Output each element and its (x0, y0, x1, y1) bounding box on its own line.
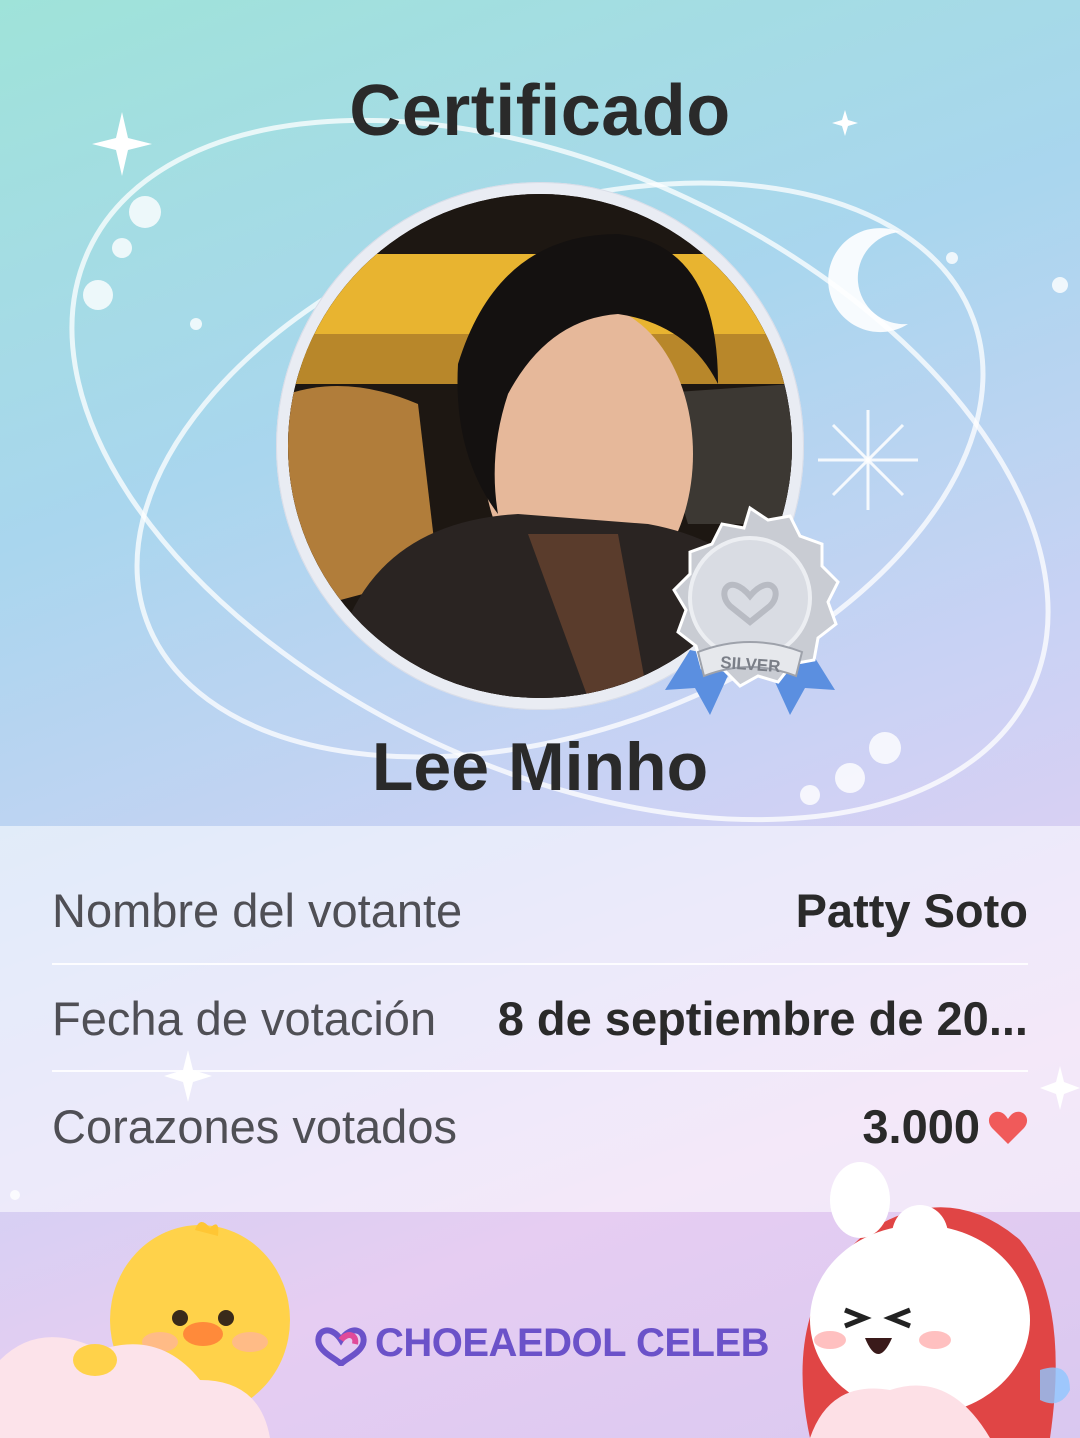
vote-date-row: Fecha de votación 8 de septiembre de 20.… (52, 966, 1028, 1070)
brand-name: CHOEAEDOL CELEB (374, 1321, 770, 1365)
hearts-voted-label: Corazones votados (52, 1099, 457, 1153)
divider (52, 963, 1028, 965)
vote-date-label: Fecha de votación (52, 991, 437, 1045)
divider (52, 1070, 1028, 1072)
celebrity-name: Lee Minho (371, 729, 709, 805)
bunny-character-illustration (802, 1162, 1070, 1438)
brand-footer: CHOEAEDOL CELEB (0, 1318, 1080, 1366)
heart-icon (988, 1111, 1028, 1144)
voter-name-value: Patty Soto (795, 883, 1028, 937)
vote-date-value: 8 de septiembre de 20... (497, 991, 1028, 1045)
hearts-voted-value: 3.000 (862, 1099, 980, 1153)
voter-name-label: Nombre del votante (52, 883, 463, 937)
crescent-moon-icon (828, 228, 908, 333)
hearts-voted-value-wrap: 3.000 (862, 1099, 1028, 1154)
certificate-title: Certificado (349, 71, 731, 151)
silver-medal-icon: SILVER (665, 505, 840, 715)
choeaedol-logo-icon (315, 1327, 367, 1366)
voter-name-row: Nombre del votante Patty Soto (52, 858, 1028, 962)
